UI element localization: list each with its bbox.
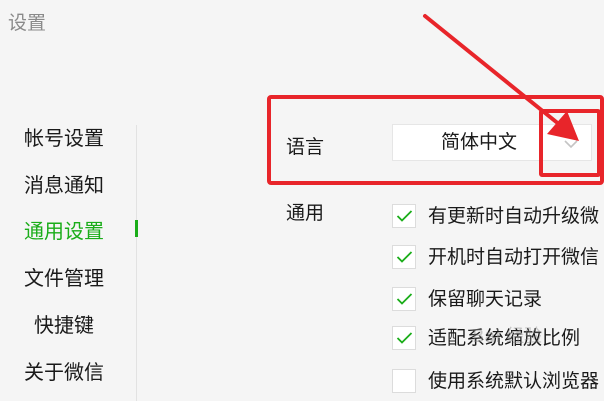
check-icon xyxy=(396,210,413,222)
option-default-browser: 使用系统默认浏览器 xyxy=(392,367,604,397)
check-icon xyxy=(396,251,413,263)
check-icon xyxy=(396,332,413,344)
sidebar-divider xyxy=(136,125,137,401)
sidebar-item-account[interactable]: 帐号设置 xyxy=(24,122,104,151)
auto-start-label: 开机时自动打开微信 xyxy=(428,246,600,268)
keep-history-label: 保留聊天记录 xyxy=(428,288,543,310)
auto-update-label: 有更新时自动升级微 xyxy=(428,205,600,227)
sidebar-active-indicator xyxy=(135,220,138,237)
system-scaling-label: 适配系统缩放比例 xyxy=(428,327,581,349)
general-label: 通用 xyxy=(286,202,325,224)
sidebar-item-shortcuts[interactable]: 快捷键 xyxy=(34,309,94,338)
check-icon xyxy=(396,293,413,305)
window-title: 设置 xyxy=(8,12,47,34)
sidebar-item-general[interactable]: 通用设置 xyxy=(24,215,104,244)
auto-update-checkbox[interactable] xyxy=(392,204,416,228)
option-keep-history: 保留聊天记录 xyxy=(392,285,604,315)
auto-start-checkbox[interactable] xyxy=(392,245,416,269)
sidebar-item-files[interactable]: 文件管理 xyxy=(24,262,104,291)
annotation-box-dropdown xyxy=(539,109,601,177)
option-auto-update: 有更新时自动升级微 xyxy=(392,202,604,232)
sidebar-item-notifications[interactable]: 消息通知 xyxy=(24,169,104,198)
default-browser-label: 使用系统默认浏览器 xyxy=(428,370,600,392)
option-auto-start: 开机时自动打开微信 xyxy=(392,243,604,273)
system-scaling-checkbox[interactable] xyxy=(392,326,416,350)
option-system-scaling: 适配系统缩放比例 xyxy=(392,324,604,354)
keep-history-checkbox[interactable] xyxy=(392,287,416,311)
sidebar-item-about[interactable]: 关于微信 xyxy=(24,356,104,385)
default-browser-checkbox[interactable] xyxy=(392,369,416,393)
